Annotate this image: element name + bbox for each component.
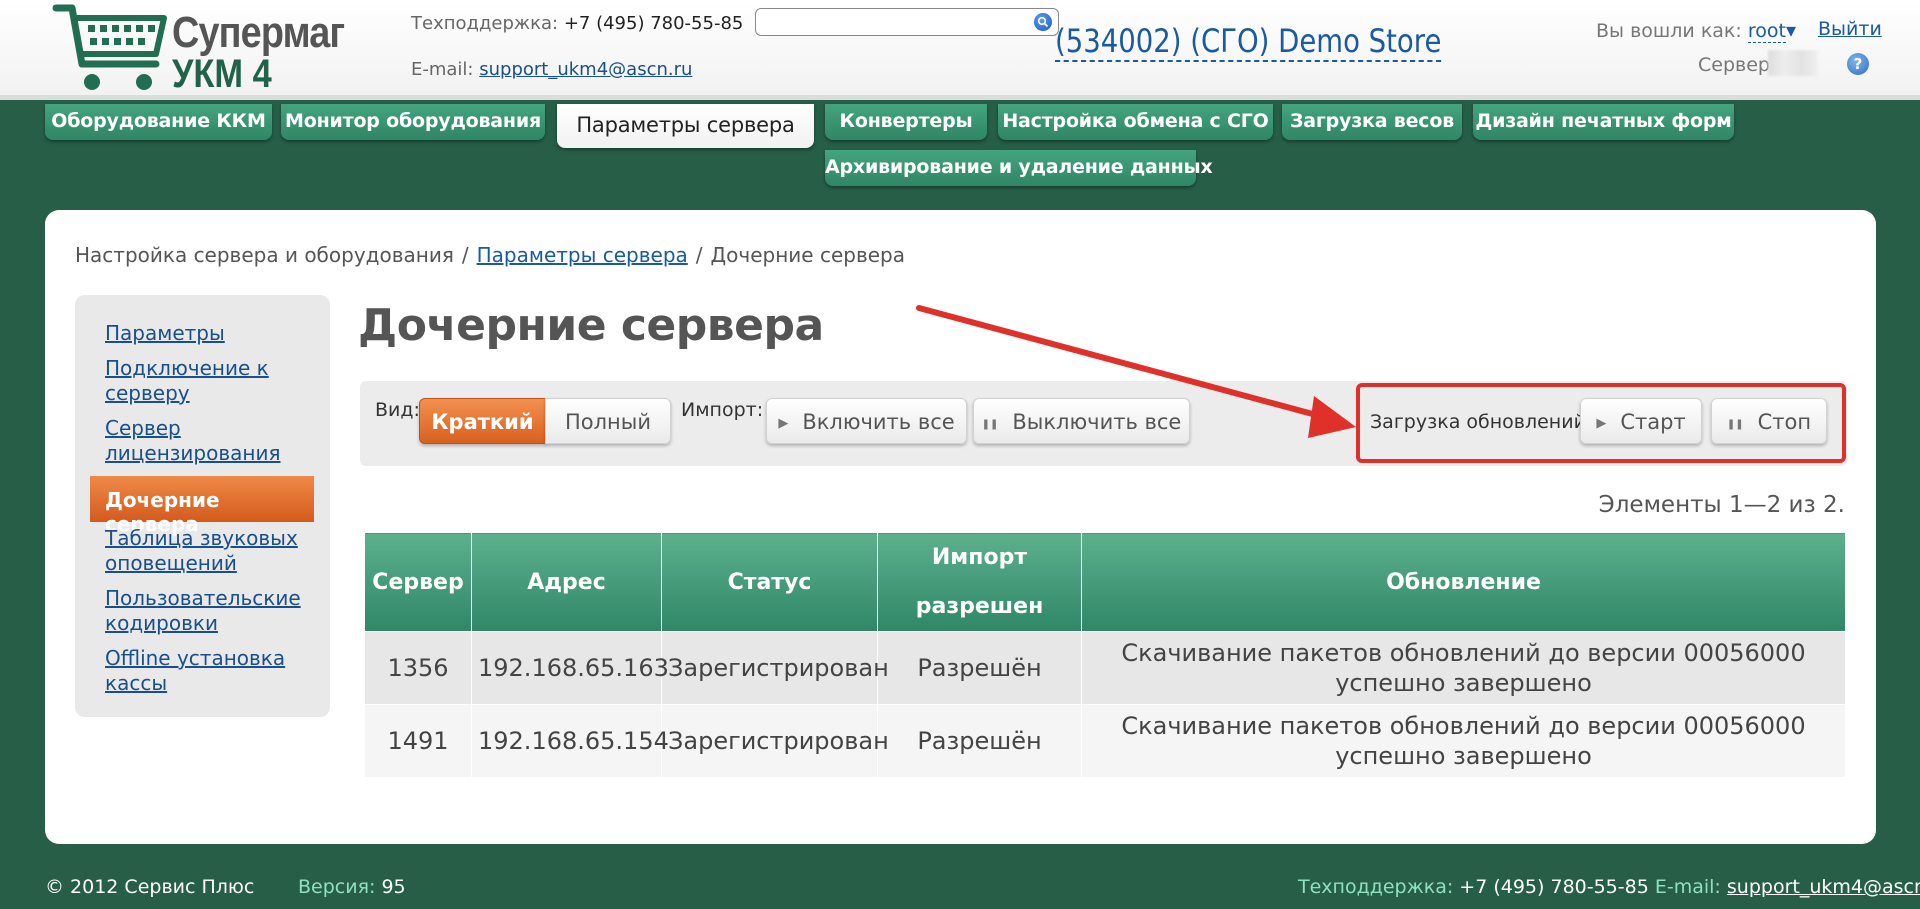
support-phone: +7 (495) 780-55-85 (563, 13, 744, 34)
annotation-highlight-box (1356, 383, 1846, 463)
header-email: E-mail: support_ukm4@ascn.ru (411, 59, 692, 80)
logout-link[interactable]: Выйти (1818, 18, 1882, 40)
enable-all-label: Включить все (802, 410, 955, 434)
sidebar-item-params[interactable]: Параметры (105, 321, 325, 346)
sidebar-item-sound-alerts[interactable]: Таблица звуковых оповещений (105, 526, 325, 576)
pause-icon: ❚❚ (981, 419, 999, 430)
logged-in-label: Вы вошли как: (1596, 20, 1742, 42)
search-input[interactable] (755, 8, 1059, 36)
support-label: Техподдержка: (411, 13, 559, 34)
child-servers-table: Сервер Адрес Статус Импорт разрешен Обно… (364, 532, 1846, 778)
cell-update: Скачивание пакетов обновлений до версии … (1081, 631, 1846, 705)
view-short-button[interactable]: Краткий (419, 398, 546, 444)
logo[interactable]: Супермаг УКМ 4 (52, 2, 345, 96)
login-info: Вы вошли как: root▾ (1596, 18, 1796, 43)
column-header-server[interactable]: Сервер (364, 532, 472, 632)
search-button[interactable] (1034, 13, 1052, 31)
breadcrumb-root: Настройка сервера и оборудования (75, 243, 454, 267)
column-header-status[interactable]: Статус (661, 532, 878, 632)
breadcrumb-separator: / (461, 243, 469, 267)
table-row[interactable]: 1356 192.168.65.163 Зарегистрирован Разр… (364, 631, 1846, 705)
cell-status: Зарегистрирован (661, 631, 889, 705)
cell-server: 1491 (364, 704, 472, 778)
chevron-down-icon[interactable]: ▾ (1786, 18, 1796, 42)
view-label: Вид: (375, 399, 420, 421)
tab-archiving[interactable]: Архивирование и удаление данных (825, 150, 1213, 186)
breadcrumb-parent-link[interactable]: Параметры сервера (477, 243, 688, 267)
email-label: E-mail: (411, 59, 474, 80)
sidebar-item-custom-encodings[interactable]: Пользовательские кодировки (105, 586, 325, 636)
footer-copyright: © 2012 Сервис Плюс (45, 876, 255, 898)
version-label: Версия: (298, 876, 376, 898)
logo-title: Супермаг (172, 8, 345, 57)
sidebar-item-server-connection[interactable]: Подключение к серверу (105, 356, 325, 406)
sidebar-item-license-server[interactable]: Сервер лицензирования (105, 416, 325, 466)
user-menu[interactable]: root (1747, 20, 1786, 43)
server-value-redacted (1768, 50, 1818, 76)
cell-address: 192.168.65.154 (471, 704, 669, 778)
email-link[interactable]: support_ukm4@ascn.ru (479, 59, 692, 80)
enable-all-button[interactable]: ▶ Включить все (766, 398, 967, 444)
tab-print-forms-design[interactable]: Дизайн печатных форм (1473, 104, 1734, 140)
column-header-address[interactable]: Адрес (471, 532, 662, 632)
footer-support: Техподдержка: +7 (495) 780-55-85 E-mail:… (1298, 876, 1920, 898)
tab-converters[interactable]: Конвертеры (825, 104, 987, 140)
table-header-row: Сервер Адрес Статус Импорт разрешен Обно… (364, 532, 1846, 632)
footer-support-label: Техподдержка: (1298, 876, 1454, 898)
cell-address: 192.168.65.163 (471, 631, 669, 705)
cell-server: 1356 (364, 631, 472, 705)
sidebar-item-offline-install[interactable]: Offline установка кассы (105, 646, 325, 696)
disable-all-label: Выключить все (1012, 410, 1182, 434)
tab-equipment-monitor[interactable]: Монитор оборудования (281, 104, 545, 140)
help-icon[interactable]: ? (1847, 53, 1869, 75)
items-count: Элементы 1—2 из 2. (1598, 492, 1845, 518)
search-icon (1037, 16, 1049, 28)
footer-email-label: E-mail: (1654, 876, 1721, 898)
store-selector[interactable]: (534002) (СГО) Demo Store (1055, 22, 1442, 62)
header-support: Техподдержка: +7 (495) 780-55-85 (411, 13, 743, 34)
tab-kkm-equipment[interactable]: Оборудование ККМ (45, 104, 272, 140)
cell-update: Скачивание пакетов обновлений до версии … (1081, 704, 1846, 778)
cart-icon (52, 4, 167, 90)
breadcrumb: Настройка сервера и оборудования / Парамет… (75, 243, 905, 267)
breadcrumb-separator: / (695, 243, 703, 267)
sidebar-item-child-servers[interactable]: Дочерние сервера (90, 476, 314, 536)
breadcrumb-current: Дочерние сервера (710, 243, 905, 267)
table-row[interactable]: 1491 192.168.65.154 Зарегистрирован Разр… (364, 704, 1846, 778)
play-icon: ▶ (778, 416, 789, 431)
page-title: Дочерние сервера (358, 300, 824, 351)
tab-scales-loading[interactable]: Загрузка весов (1282, 104, 1462, 140)
import-label: Импорт: (681, 399, 764, 421)
footer-support-phone: +7 (495) 780-55-85 (1459, 876, 1649, 898)
tab-sgo-exchange[interactable]: Настройка обмена с СГО (998, 104, 1273, 140)
view-full-button[interactable]: Полный (545, 398, 671, 444)
cell-status: Зарегистрирован (661, 704, 889, 778)
tab-server-params[interactable]: Параметры сервера (557, 104, 814, 148)
column-header-import-allowed[interactable]: Импорт разрешен (877, 532, 1082, 632)
cell-import-allowed: Разрешён (877, 704, 1082, 778)
header: Супермаг УКМ 4 Техподдержка: +7 (495) 78… (0, 0, 1920, 100)
footer-version: Версия: 95 (298, 876, 406, 898)
column-header-update[interactable]: Обновление (1081, 532, 1846, 632)
footer-email-link[interactable]: support_ukm4@ascn.ru (1727, 876, 1920, 898)
logo-subtitle: УКМ 4 (172, 52, 272, 96)
cell-import-allowed: Разрешён (877, 631, 1082, 705)
disable-all-button[interactable]: ❚❚ Выключить все (973, 398, 1190, 444)
version-value: 95 (381, 876, 406, 898)
server-label: Сервер: (1698, 54, 1777, 76)
